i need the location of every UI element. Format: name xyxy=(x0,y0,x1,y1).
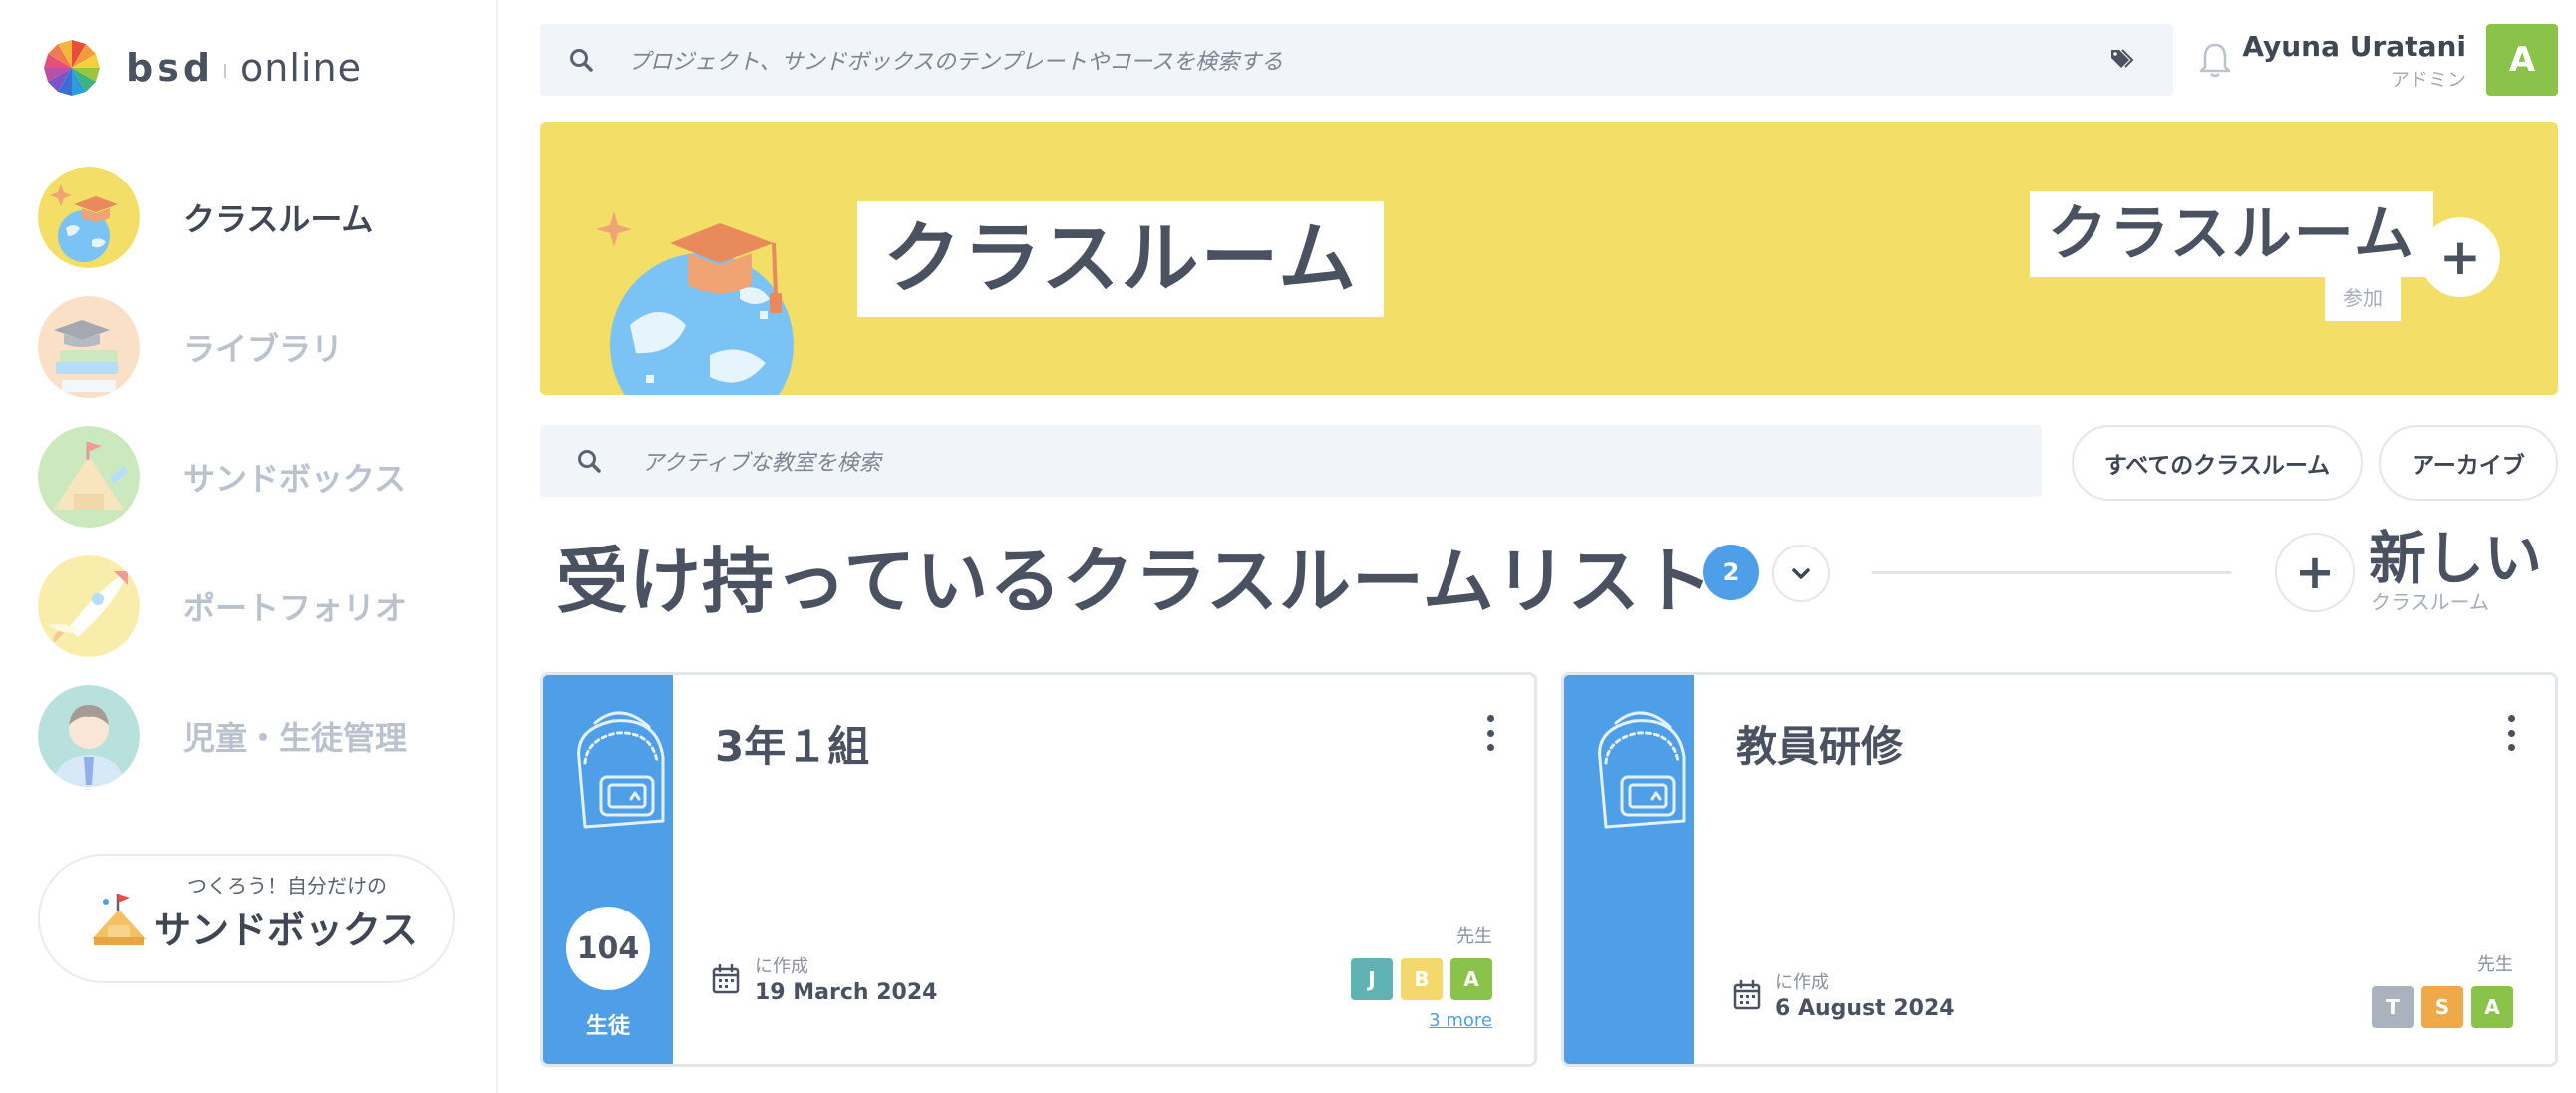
student-label: 生徒 xyxy=(585,1014,630,1039)
more-options-icon[interactable] xyxy=(1482,715,1498,751)
rocket-icon xyxy=(38,555,140,657)
card-color-strip: 104 生徒 xyxy=(543,675,673,1064)
sidebar-item-label: ライブラリ xyxy=(183,330,344,368)
student-count: 104 xyxy=(566,907,650,990)
classroom-card[interactable]: 教員研修 に作成 6 August 2024 先生 T S A xyxy=(1561,672,2558,1067)
created-label: に作成 xyxy=(755,956,808,977)
backpack-icon xyxy=(1598,711,1686,829)
sidebar-item-classroom[interactable]: クラスルーム xyxy=(38,166,407,269)
classroom-name[interactable]: 3年１組 xyxy=(715,713,869,774)
calendar-icon xyxy=(1733,979,1761,1009)
list-divider xyxy=(1872,571,2231,574)
join-classroom-button[interactable]: + xyxy=(2420,217,2500,297)
user-info[interactable]: Ayuna Uratani アドミン xyxy=(2242,30,2466,92)
sidebar-item-sandbox[interactable]: サンドボックス xyxy=(38,425,407,529)
teacher-avatar[interactable]: A xyxy=(2471,986,2513,1028)
join-classroom-title: クラスルーム xyxy=(2030,191,2433,277)
calendar-icon xyxy=(712,963,740,993)
teachers-block: 先生 T S A xyxy=(2372,950,2513,1028)
sidebar-item-label: 児童・生徒管理 xyxy=(183,719,408,757)
user-name: Ayuna Uratani xyxy=(2242,30,2466,63)
sidebar-item-label: ポートフォリオ xyxy=(183,589,408,627)
tags-icon[interactable] xyxy=(2109,46,2135,72)
classroom-list-title: 受け持っているクラスルームリスト xyxy=(556,540,1714,623)
created-date: 19 March 2024 xyxy=(755,980,938,1005)
teacher-avatar[interactable]: S xyxy=(2421,986,2463,1028)
sidebar-item-library[interactable]: ライブラリ xyxy=(38,295,407,399)
student-avatar-icon xyxy=(38,685,140,787)
sidebar-item-label: クラスルーム xyxy=(183,200,374,238)
teachers-block: 先生 J B A 3 more xyxy=(1351,922,1492,1031)
user-avatar[interactable]: A xyxy=(2486,24,2558,96)
more-teachers-link[interactable]: 3 more xyxy=(1351,1010,1492,1031)
join-classroom-subtitle: 参加 xyxy=(2325,275,2401,321)
global-search-bar[interactable]: プロジェクト、サンドボックスのテンプレートやコースを検索する xyxy=(540,24,2173,96)
books-icon xyxy=(38,296,140,398)
created-date: 6 August 2024 xyxy=(1775,996,1955,1021)
globe-graduation-icon xyxy=(596,211,794,395)
created-info: に作成 6 August 2024 xyxy=(1732,968,1955,1021)
teachers-label: 先生 xyxy=(2477,954,2513,975)
sandbox-promo-button[interactable]: つくろう！自分だけの サンドボックス xyxy=(38,854,455,983)
brand-logo[interactable]: bsd online xyxy=(42,36,362,100)
teacher-avatar[interactable]: T xyxy=(2372,986,2414,1028)
classroom-name[interactable]: 教員研修 xyxy=(1736,713,1903,774)
brand-name: bsd xyxy=(126,46,215,90)
card-color-strip xyxy=(1564,675,1694,1064)
sidebar-item-portfolio[interactable]: ポートフォリオ xyxy=(38,554,407,658)
classroom-search-input[interactable]: アクティブな教室を検索 xyxy=(642,445,881,477)
classroom-banner: クラスルーム クラスルーム 参加 + xyxy=(540,122,2558,395)
bsd-logo-icon xyxy=(44,40,100,96)
sidebar: bsd online クラスルーム ライブラリ サンドボックス ポートフォリオ … xyxy=(0,0,498,1093)
main-nav: クラスルーム ライブラリ サンドボックス ポートフォリオ 児童・生徒管理 xyxy=(38,166,407,814)
more-options-icon[interactable] xyxy=(2503,715,2519,751)
notification-bell-icon[interactable] xyxy=(2197,40,2233,80)
new-classroom-subtitle: クラスルーム xyxy=(2371,590,2489,614)
classroom-count-badge: 2 xyxy=(1703,545,1759,600)
created-label: に作成 xyxy=(1775,972,1829,993)
sidebar-item-label: サンドボックス xyxy=(183,460,407,498)
search-icon xyxy=(570,49,593,72)
brand-suffix: online xyxy=(240,46,362,90)
new-classroom-button[interactable]: + xyxy=(2275,533,2355,612)
teachers-label: 先生 xyxy=(1456,926,1492,947)
globe-graduation-icon xyxy=(38,167,140,268)
classroom-search-bar[interactable]: アクティブな教室を検索 xyxy=(540,425,2042,497)
backpack-icon xyxy=(577,711,665,829)
teacher-avatar[interactable]: B xyxy=(1401,958,1443,1000)
new-classroom-title[interactable]: 新しい xyxy=(2369,529,2542,588)
global-search-input[interactable]: プロジェクト、サンドボックスのテンプレートやコースを検索する xyxy=(628,44,1283,76)
teacher-avatar[interactable]: J xyxy=(1351,958,1393,1000)
sandbox-promo-tagline: つくろう！自分だけの xyxy=(187,873,387,898)
filter-archive-button[interactable]: アーカイブ xyxy=(2379,425,2558,501)
sandcastle-flag-icon xyxy=(92,894,146,945)
collapse-list-button[interactable] xyxy=(1772,545,1830,602)
sidebar-item-students[interactable]: 児童・生徒管理 xyxy=(38,684,407,788)
page-title: クラスルーム xyxy=(857,201,1385,317)
classroom-card[interactable]: 104 生徒 3年１組 に作成 19 March 2024 先生 J B A 3… xyxy=(540,672,1537,1067)
search-icon xyxy=(578,450,601,473)
created-info: に作成 19 March 2024 xyxy=(711,952,937,1005)
sandcastle-icon xyxy=(38,426,140,528)
teacher-avatar[interactable]: A xyxy=(1450,958,1492,1000)
user-role: アドミン xyxy=(2390,69,2466,91)
chevron-down-icon xyxy=(1792,568,1810,579)
filter-all-classrooms-button[interactable]: すべてのクラスルーム xyxy=(2072,425,2363,501)
